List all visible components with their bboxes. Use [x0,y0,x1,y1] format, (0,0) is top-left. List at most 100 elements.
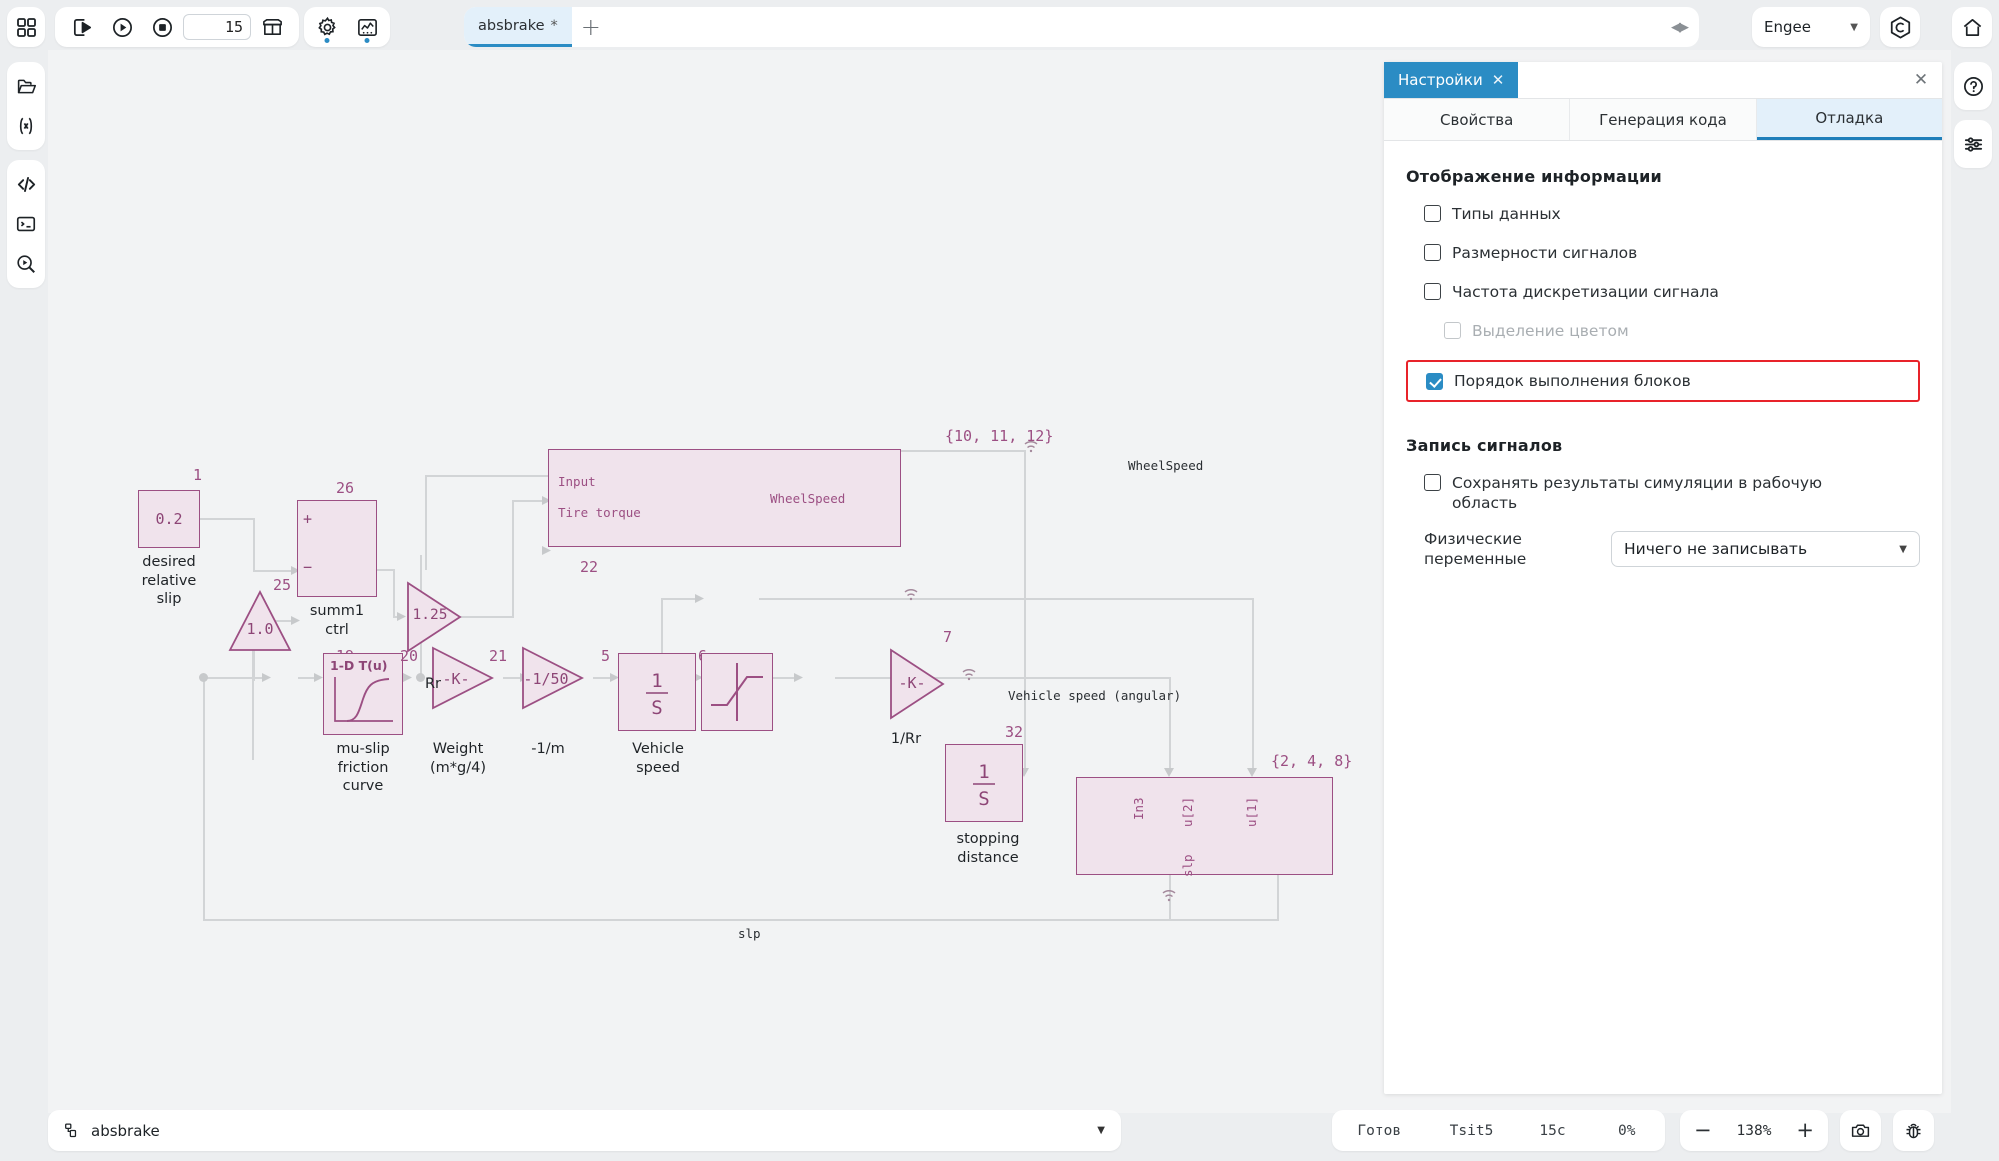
model-name: absbrake [91,1121,160,1140]
exec-order-number: 32 [1005,723,1024,741]
wire [593,677,616,679]
checkbox-label: Размерности сигналов [1452,244,1638,262]
checkbox-save-results[interactable] [1424,474,1441,491]
screenshot-button[interactable] [1840,1110,1881,1151]
block-label: -1/m [531,741,565,757]
checkbox-signal-dimensions[interactable] [1424,244,1441,261]
checkbox-row-data-types[interactable]: Типы данных [1424,204,1920,224]
wire [253,518,255,571]
block-lookup-mu-slip[interactable] [323,653,403,735]
code-icon[interactable] [7,164,45,204]
user-menu-label: Engee [1764,18,1811,36]
rail-group-dev [7,160,45,288]
debug-button[interactable] [1893,1110,1934,1151]
panel-content: Отображение информации Типы данных Разме… [1384,141,1942,569]
simulation-time-input[interactable]: 15 [183,14,251,40]
home-icon[interactable] [1953,8,1991,46]
signal-label-wheelspeed: WheelSpeed [1128,458,1204,473]
zoom-in-button[interactable]: + [1796,1120,1814,1141]
tab-debug[interactable]: Отладка [1756,99,1942,140]
run-controls-group: 15 [55,7,299,47]
checkbox-label: Порядок выполнения блоков [1454,372,1691,390]
editor-tab-strip: absbrake * + ◀▶ [464,7,1699,47]
progress-percent: 0% [1618,1122,1636,1139]
block-value: -1/50 [523,670,569,688]
checkbox-label: Типы данных [1452,205,1561,223]
block-label: stopping distance [956,831,1020,866]
exec-order-number: 5 [601,647,611,665]
checkbox-block-execution-order[interactable] [1426,373,1443,390]
port-label-in3: In3 [1131,797,1146,820]
wire [1252,598,1254,773]
chevron-down-icon: ▼ [1899,543,1907,555]
model-selector-dropdown[interactable]: absbrake ▼ [48,1110,1121,1151]
checkbox-row-signal-dimensions[interactable]: Размерности сигналов [1424,243,1920,263]
block-saturation[interactable] [701,653,773,731]
wire [253,570,297,572]
terminal-icon[interactable] [7,204,45,244]
scope-icon[interactable] [348,8,386,46]
select-value: Ничего не записывать [1624,540,1808,558]
port-label-input: Input [558,474,596,489]
help-icon[interactable] [1954,66,1992,106]
panel-close-button[interactable]: ✕ [1900,62,1942,98]
checkbox-row-sample-rate[interactable]: Частота дискретизации сигнала [1424,282,1920,302]
user-menu-dropdown[interactable]: Engee ▼ [1752,7,1870,47]
block-integrator-stopping-distance[interactable] [945,744,1023,822]
tab-absbrake[interactable]: absbrake * [464,7,572,47]
settings-group [304,7,390,47]
package-icon[interactable] [253,8,291,46]
wire [425,475,427,570]
exec-order-number: 21 [489,647,508,665]
tab-nav-arrows[interactable]: ◀▶ [1671,7,1699,47]
top-toolbar: 15 absbrake * + ◀▶ Engee ▼ [0,0,1999,55]
folder-icon[interactable] [7,66,45,106]
exec-order-number: 26 [336,479,355,497]
stop-icon[interactable] [143,8,181,46]
wire [1024,450,1026,773]
block-subsystem-scope[interactable] [1076,777,1333,875]
port-label-tire-torque: Tire torque [558,505,641,520]
copilot-button[interactable] [1880,7,1920,47]
panel-tab-bar: Свойства Генерация кода Отладка [1384,99,1942,141]
bug-icon [1903,1120,1924,1141]
checkbox-row-save-results[interactable]: Сохранять результаты симуляции в рабочую… [1424,473,1920,513]
block-integrator-vehicle-speed[interactable] [618,653,696,731]
checkbox-label: Сохранять результаты симуляции в рабочую… [1452,474,1823,512]
block-label: 1/Rr [890,731,922,747]
panel-tab-settings[interactable]: Настройки ✕ [1384,62,1519,98]
signal-label-slp: slp [738,926,761,941]
checkbox-label: Частота дискретизации сигнала [1452,283,1719,301]
gear-icon[interactable] [308,8,346,46]
exec-order-number: {2, 4, 8} [1271,752,1353,770]
checkbox-sample-rate[interactable] [1424,283,1441,300]
build-run-icon[interactable] [63,8,101,46]
port-sign-plus: + [303,510,313,528]
sliders-icon[interactable] [1954,124,1992,164]
tab-code-generation[interactable]: Генерация кода [1570,99,1757,140]
port-label-wheelspeed: WheelSpeed [770,491,846,506]
block-label: desired relative slip [141,554,197,607]
wire [512,500,514,618]
application-window: 15 absbrake * + ◀▶ Engee ▼ 1 0.2 desired… [0,0,1999,1161]
copilot-c-icon[interactable] [1881,8,1919,46]
select-physical-variables[interactable]: Ничего не записывать ▼ [1611,531,1920,567]
search-run-icon[interactable] [7,244,45,284]
exec-order-number: {10, 11, 12} [945,427,1054,445]
wire [203,677,268,679]
apps-grid-button[interactable] [7,7,45,47]
wire [200,518,254,520]
tab-properties[interactable]: Свойства [1384,99,1571,140]
add-tab-button[interactable]: + [572,7,610,47]
checkbox-data-types[interactable] [1424,205,1441,222]
close-icon[interactable]: ✕ [1492,71,1505,89]
camera-icon [1850,1120,1871,1141]
play-icon[interactable] [103,8,141,46]
apps-grid-icon[interactable] [7,8,45,46]
zoom-out-button[interactable]: − [1694,1120,1712,1141]
home-button[interactable] [1952,7,1992,47]
block-subsystem-wheel[interactable] [548,449,901,547]
variables-icon[interactable] [7,106,45,146]
chevron-down-icon: ▼ [1097,1125,1105,1136]
block-value: 1.0 [246,620,274,638]
